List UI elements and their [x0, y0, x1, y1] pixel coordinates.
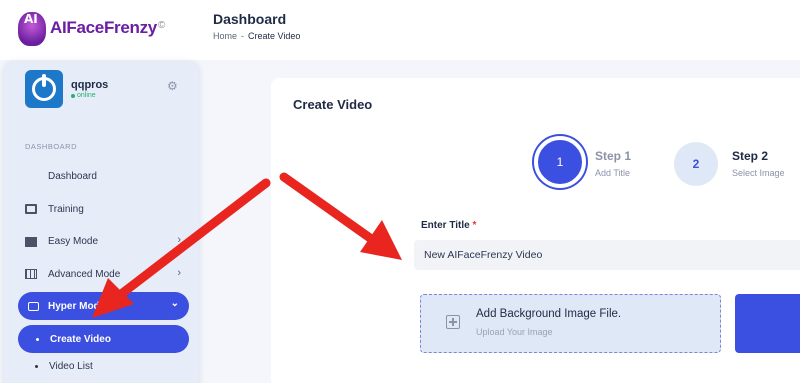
create-video-card: Create Video 1 Step 1 Add Title 2 Step 2…	[271, 78, 800, 383]
title-input[interactable]	[414, 240, 800, 270]
gear-icon[interactable]: ⚙	[167, 79, 178, 93]
brand-name: AIFaceFrenzy	[50, 18, 157, 37]
easy-mode-icon	[25, 236, 37, 247]
sidebar-item-label: Dashboard	[48, 170, 97, 182]
upload-subtitle: Upload Your Image	[476, 327, 553, 337]
user-status: online	[71, 92, 108, 99]
card-title: Create Video	[293, 97, 373, 112]
step-number: 2	[692, 157, 700, 171]
sidebar-subitem-create-video[interactable]: Create Video	[18, 325, 189, 353]
user-profile[interactable]: qqpros online	[25, 70, 108, 108]
brand-logo[interactable]: AI AIFaceFrenzy ©	[16, 8, 165, 48]
logo-face-icon: AI	[16, 8, 46, 48]
sidebar: qqpros online ⚙ DASHBOARD Dashboard Trai…	[4, 62, 199, 383]
sidebar-section-label: DASHBOARD	[25, 142, 78, 151]
sidebar-item-dashboard[interactable]: Dashboard	[25, 166, 185, 186]
sidebar-item-easy-mode[interactable]: Easy Mode ›	[25, 231, 185, 251]
chevron-down-icon: ⌄	[170, 298, 179, 309]
sidebar-item-training[interactable]: Training	[25, 199, 185, 219]
upload-action-button[interactable]	[735, 294, 800, 353]
sidebar-subitem-video-list[interactable]: Video List	[35, 361, 93, 372]
sidebar-item-advanced-mode[interactable]: Advanced Mode ›	[25, 264, 185, 284]
chevron-right-icon: ›	[177, 267, 181, 279]
step-1-title: Step 1	[595, 149, 632, 163]
add-file-icon	[446, 315, 460, 329]
breadcrumb-current: Create Video	[248, 31, 301, 41]
sidebar-item-label: Advanced Mode	[48, 268, 121, 280]
top-header: AI AIFaceFrenzy © Dashboard Home - Creat…	[0, 0, 800, 60]
monitor-icon	[25, 204, 37, 214]
table-icon	[25, 269, 37, 279]
sidebar-subitem-label: Create Video	[50, 333, 111, 345]
chevron-right-icon: ›	[177, 234, 181, 246]
status-dot-icon	[71, 93, 75, 98]
sidebar-item-hyper-mode[interactable]: Hyper Mode ⌄	[18, 292, 189, 320]
background-image-upload[interactable]: Add Background Image File. Upload Your I…	[420, 294, 721, 353]
step-number: 1	[556, 155, 564, 169]
step-2-title: Step 2	[732, 149, 769, 163]
message-icon	[28, 301, 39, 311]
sidebar-subitem-label: Video List	[49, 361, 93, 372]
sidebar-item-label: Hyper Mode	[48, 300, 106, 312]
logo-badge-text: AI	[24, 12, 38, 26]
step-2-indicator[interactable]: 2	[674, 142, 718, 186]
step-1-indicator[interactable]: 1	[534, 136, 586, 188]
upload-title: Add Background Image File.	[476, 308, 622, 320]
brand-reg-mark: ©	[157, 19, 166, 31]
page-title: Dashboard	[213, 11, 287, 27]
step-1-subtitle: Add Title	[595, 168, 631, 178]
step-2-subtitle: Select Image	[732, 168, 785, 178]
title-field-label: Enter Title *	[421, 220, 477, 231]
bullet-icon	[36, 337, 39, 341]
breadcrumb-home[interactable]: Home	[213, 31, 237, 41]
bullet-icon	[35, 365, 38, 368]
sidebar-item-label: Easy Mode	[48, 235, 99, 247]
user-name: qqpros	[71, 79, 109, 91]
breadcrumb-separator: -	[241, 31, 245, 41]
sidebar-item-label: Training	[48, 203, 84, 215]
grid-icon	[25, 171, 37, 181]
breadcrumb: Home - Create Video	[213, 31, 300, 41]
avatar	[25, 70, 63, 108]
required-mark: *	[472, 220, 477, 231]
